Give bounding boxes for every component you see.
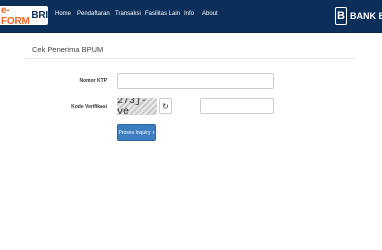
title-divider — [25, 58, 355, 59]
nav-info[interactable]: Info — [184, 11, 194, 17]
bri-symbol-icon: B — [335, 7, 347, 25]
top-navbar: e-FORM BRI Home Pendaftaran Transaksi Fas… — [0, 0, 382, 33]
refresh-icon: ↻ — [162, 101, 169, 111]
proses-inquiry-button[interactable]: Proses Inquiry › — [117, 124, 156, 141]
nav-pendaftaran[interactable]: Pendaftaran — [77, 11, 110, 17]
nav-fasilitas-lain[interactable]: Fasilitas Lain — [145, 11, 180, 17]
nav-about[interactable]: About — [202, 11, 218, 17]
bank-bri-logo: B BANK B — [335, 5, 382, 27]
captcha-image: 273j-ve — [117, 98, 157, 115]
brand-text-eform: e-FORM — [1, 6, 30, 25]
captcha-text: 273j-ve — [117, 98, 148, 115]
brand-text-bri: BRI — [31, 10, 48, 21]
bank-logo-text: BANK B — [350, 11, 382, 21]
kode-verifikasi-input[interactable] — [200, 98, 274, 114]
nav-transaksi[interactable]: Transaksi — [115, 11, 141, 17]
eform-bri-logo[interactable]: e-FORM BRI — [0, 6, 48, 25]
nomor-ktp-label: Nomor KTP — [79, 78, 108, 84]
proses-inquiry-label: Proses Inquiry — [118, 129, 151, 136]
page-title: Cek Penerima BPUM — [32, 45, 104, 54]
kode-verifikasi-label: Kode Verifikasi — [71, 104, 107, 110]
refresh-captcha-button[interactable]: ↻ — [159, 98, 172, 114]
chevron-right-icon: › — [152, 129, 155, 136]
nomor-ktp-input[interactable] — [117, 73, 274, 89]
nav-home[interactable]: Home — [55, 11, 71, 17]
